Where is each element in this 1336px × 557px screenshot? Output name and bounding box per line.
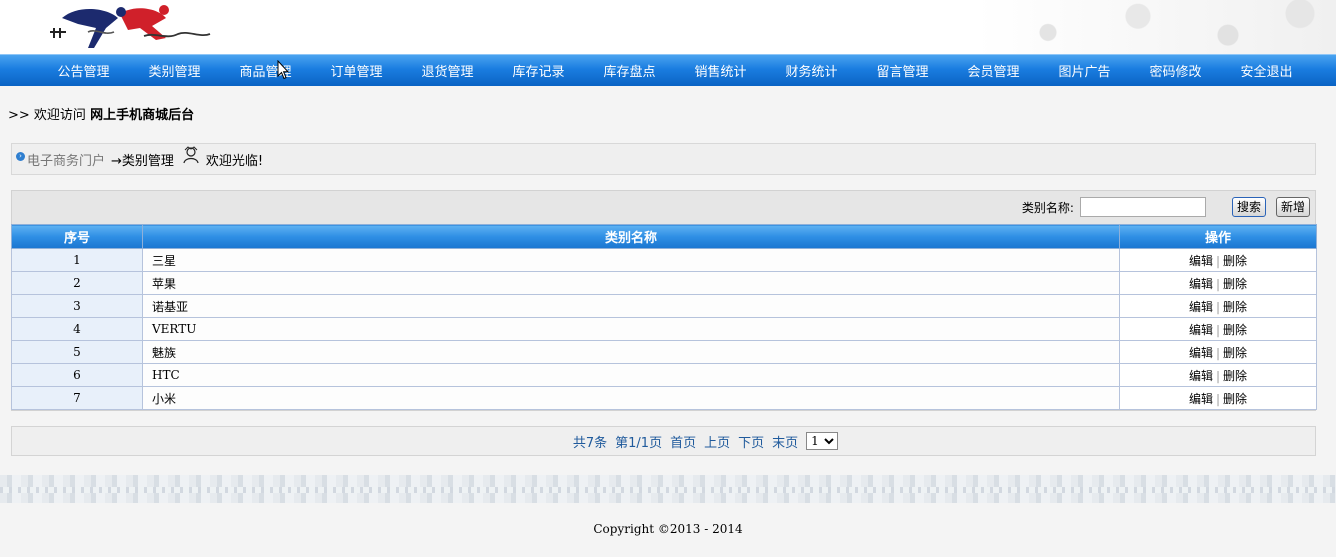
mouse-cursor-icon xyxy=(277,60,289,80)
breadcrumb: › 电子商务门户 →类别管理 欢迎光临! xyxy=(11,143,1316,175)
column-header-name: 类别名称 xyxy=(142,224,1120,249)
breadcrumb-current: →类别管理 xyxy=(111,153,174,169)
action-separator: | xyxy=(1215,322,1221,337)
table-row: 1 三星 编辑 | 删除 xyxy=(11,248,1317,272)
breadcrumb-greeting: 欢迎光临! xyxy=(205,153,264,169)
delete-link[interactable]: 删除 xyxy=(1223,323,1247,337)
row-category-name: 苹果 xyxy=(142,271,1120,295)
row-index: 5 xyxy=(11,340,143,364)
delete-link[interactable]: 删除 xyxy=(1223,369,1247,383)
delete-link[interactable]: 删除 xyxy=(1223,392,1247,406)
action-separator: | xyxy=(1215,299,1221,314)
row-index: 3 xyxy=(11,294,143,318)
site-name: 网上手机商城后台 xyxy=(90,108,195,123)
search-bar: 类别名称: 搜索 新增 xyxy=(1022,191,1315,223)
row-category-name: 三星 xyxy=(142,248,1120,272)
delete-link[interactable]: 删除 xyxy=(1223,254,1247,268)
pager-first[interactable]: 首页 xyxy=(670,432,696,451)
nav-item-products[interactable]: 商品管理 xyxy=(220,61,311,80)
action-separator: | xyxy=(1215,368,1221,383)
edit-link[interactable]: 编辑 xyxy=(1189,392,1213,406)
delete-link[interactable]: 删除 xyxy=(1223,300,1247,314)
row-index: 2 xyxy=(11,271,143,295)
table-row: 3 诺基亚 编辑 | 删除 xyxy=(11,294,1317,318)
pager-prev[interactable]: 上页 xyxy=(704,432,730,451)
row-category-name: 魅族 xyxy=(142,340,1120,364)
action-separator: | xyxy=(1215,345,1221,360)
column-header-index: 序号 xyxy=(11,224,143,249)
edit-link[interactable]: 编辑 xyxy=(1189,254,1213,268)
nav-item-orders[interactable]: 订单管理 xyxy=(311,61,402,80)
site-logo xyxy=(50,5,211,48)
column-header-actions: 操作 xyxy=(1119,224,1317,249)
pager-next[interactable]: 下页 xyxy=(738,432,764,451)
nav-item-members[interactable]: 会员管理 xyxy=(948,61,1039,80)
nav-item-categories[interactable]: 类别管理 xyxy=(129,61,220,80)
delete-link[interactable]: 删除 xyxy=(1223,277,1247,291)
pager-page: 第1/1页 xyxy=(615,435,663,451)
table-row: 7 小米 编辑 | 删除 xyxy=(11,386,1317,410)
nav-item-announcements[interactable]: 公告管理 xyxy=(38,61,129,80)
row-actions: 编辑 | 删除 xyxy=(1119,317,1317,341)
welcome-line: >> 欢迎访问 网上手机商城后台 xyxy=(8,104,194,123)
row-index: 1 xyxy=(11,248,143,272)
row-category-name: 诺基亚 xyxy=(142,294,1120,318)
add-button[interactable]: 新增 xyxy=(1275,197,1310,217)
nav-item-logout[interactable]: 安全退出 xyxy=(1221,61,1312,80)
breadcrumb-arrow-icon: › xyxy=(16,151,25,161)
table-row: 2 苹果 编辑 | 删除 xyxy=(11,271,1317,295)
delete-link[interactable]: 删除 xyxy=(1223,346,1247,360)
footer: Copyright ©2013 - 2014 xyxy=(0,503,1336,557)
row-index: 7 xyxy=(11,386,143,410)
page-select[interactable]: 1 xyxy=(806,432,839,450)
edit-link[interactable]: 编辑 xyxy=(1189,277,1213,291)
row-index: 6 xyxy=(11,363,143,387)
copyright-text: Copyright ©2013 - 2014 xyxy=(593,522,743,536)
row-actions: 编辑 | 删除 xyxy=(1119,248,1317,272)
row-category-name: HTC xyxy=(142,363,1120,387)
pagination: 共7条 第1/1页 首页 上页 下页 末页 1 xyxy=(11,426,1316,456)
category-table: 序号 类别名称 操作 1 三星 编辑 | 删除 2 苹果 编辑 | 删除 3 诺… xyxy=(11,224,1317,410)
row-index: 4 xyxy=(11,317,143,341)
table-header-row: 序号 类别名称 操作 xyxy=(11,224,1317,249)
pager-last[interactable]: 末页 xyxy=(772,432,798,451)
table-row: 5 魅族 编辑 | 删除 xyxy=(11,340,1317,364)
row-category-name: 小米 xyxy=(142,386,1120,410)
row-actions: 编辑 | 删除 xyxy=(1119,271,1317,295)
edit-link[interactable]: 编辑 xyxy=(1189,300,1213,314)
nav-item-stock-records[interactable]: 库存记录 xyxy=(493,61,584,80)
header-decoration xyxy=(976,0,1336,54)
row-actions: 编辑 | 删除 xyxy=(1119,294,1317,318)
main-nav: 公告管理 类别管理 商品管理 订单管理 退货管理 库存记录 库存盘点 销售统计 … xyxy=(0,54,1336,86)
edit-link[interactable]: 编辑 xyxy=(1189,323,1213,337)
nav-item-change-password[interactable]: 密码修改 xyxy=(1130,61,1221,80)
row-category-name: VERTU xyxy=(142,317,1120,341)
search-button[interactable]: 搜索 xyxy=(1231,197,1266,217)
guest-icon xyxy=(183,146,199,164)
category-name-input[interactable] xyxy=(1079,197,1206,217)
action-separator: | xyxy=(1215,253,1221,268)
welcome-prefix: >> 欢迎访问 xyxy=(8,108,86,123)
row-actions: 编辑 | 删除 xyxy=(1119,340,1317,364)
row-actions: 编辑 | 删除 xyxy=(1119,363,1317,387)
category-panel: 类别名称: 搜索 新增 序号 类别名称 操作 1 三星 编辑 | 删除 2 苹果… xyxy=(11,190,1317,411)
nav-item-stock-check[interactable]: 库存盘点 xyxy=(584,61,675,80)
decorative-band xyxy=(0,475,1336,503)
row-actions: 编辑 | 删除 xyxy=(1119,386,1317,410)
edit-link[interactable]: 编辑 xyxy=(1189,346,1213,360)
nav-item-finance-stats[interactable]: 财务统计 xyxy=(766,61,857,80)
nav-item-returns[interactable]: 退货管理 xyxy=(402,61,493,80)
nav-item-image-ads[interactable]: 图片广告 xyxy=(1039,61,1130,80)
table-row: 6 HTC 编辑 | 删除 xyxy=(11,363,1317,387)
search-label: 类别名称: xyxy=(1021,200,1074,215)
action-separator: | xyxy=(1215,276,1221,291)
pager-total: 共7条 xyxy=(572,435,608,451)
edit-link[interactable]: 编辑 xyxy=(1189,369,1213,383)
nav-item-messages[interactable]: 留言管理 xyxy=(857,61,948,80)
nav-item-sales-stats[interactable]: 销售统计 xyxy=(675,61,766,80)
breadcrumb-home[interactable]: 电子商务门户 xyxy=(27,150,105,169)
action-separator: | xyxy=(1215,391,1221,406)
header xyxy=(0,0,1336,54)
table-row: 4 VERTU 编辑 | 删除 xyxy=(11,317,1317,341)
